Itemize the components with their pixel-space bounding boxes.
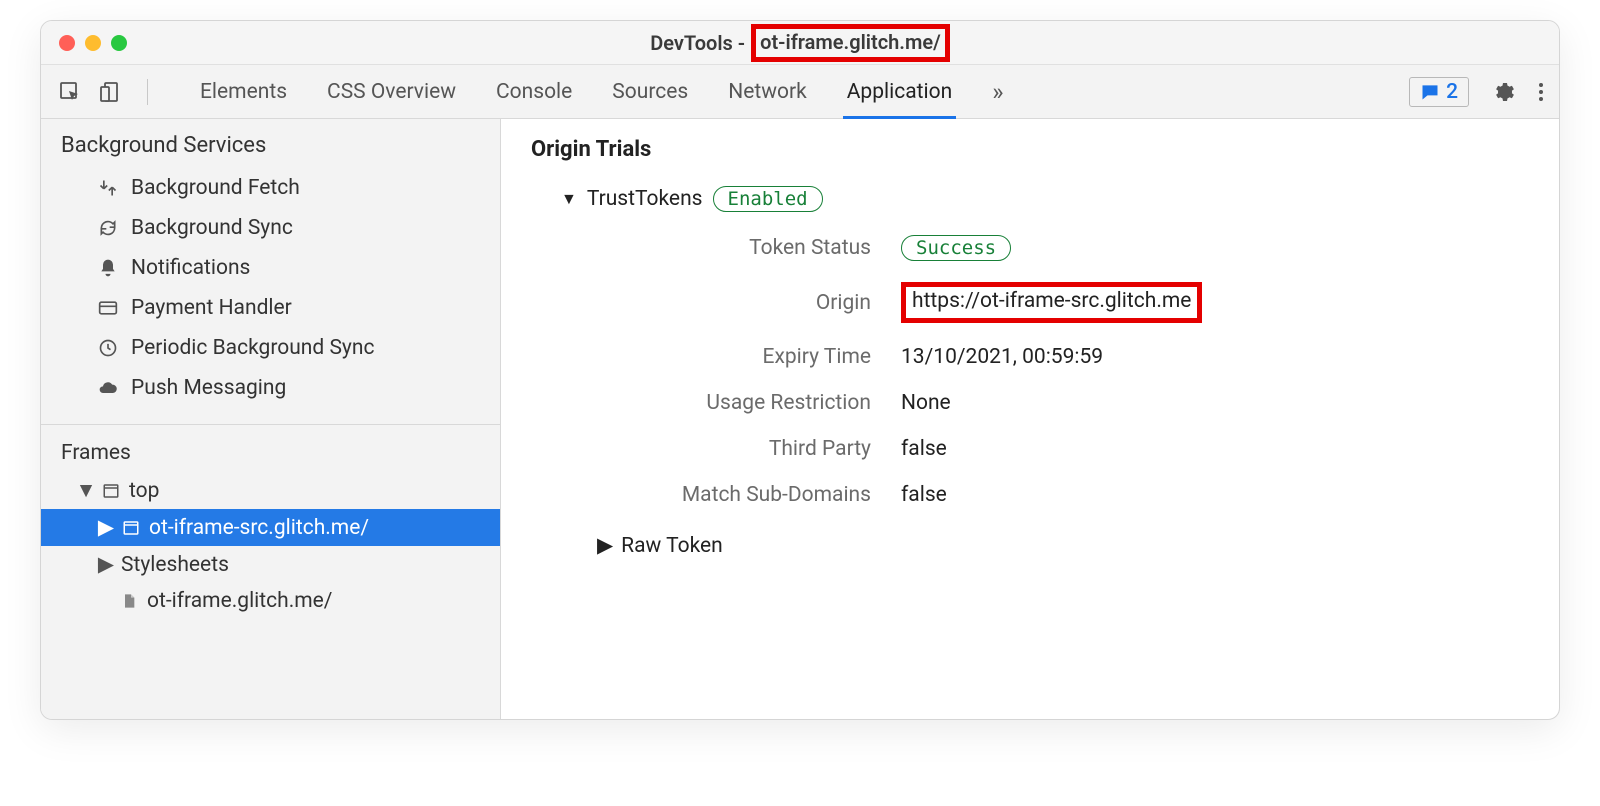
frame-label: ot-iframe.glitch.me/ — [147, 589, 332, 613]
clock-icon — [97, 337, 119, 359]
card-icon — [97, 297, 119, 319]
origin-value: https://ot-iframe-src.glitch.me — [901, 282, 1529, 323]
bg-services-title: Background Services — [41, 119, 500, 168]
frames-section: Frames ▼ top ▶ ot-iframe-src.glitch.me/ … — [41, 431, 500, 719]
devtools-window: DevTools - ot-iframe.glitch.me/ Elements… — [40, 20, 1560, 720]
title-prefix: DevTools - — [650, 31, 745, 55]
minimize-icon[interactable] — [85, 35, 101, 51]
sidebar-item-label: Periodic Background Sync — [131, 336, 374, 360]
sidebar-item-label: Background Fetch — [131, 176, 300, 200]
origin-trials-panel: Origin Trials ▼ TrustTokens Enabled Toke… — [501, 119, 1559, 719]
cloud-icon — [97, 377, 119, 399]
raw-token-label: Raw Token — [621, 534, 723, 558]
thirdparty-value: false — [901, 437, 1529, 461]
inspect-element-icon[interactable] — [55, 77, 85, 107]
usage-label: Usage Restriction — [571, 391, 871, 415]
iframe-icon — [121, 518, 141, 538]
tab-application[interactable]: Application — [847, 65, 952, 118]
sidebar-item-periodic-sync[interactable]: Periodic Background Sync — [41, 328, 500, 368]
toolbar-divider — [147, 79, 148, 105]
close-icon[interactable] — [59, 35, 75, 51]
chevron-right-icon: ▶ — [597, 533, 613, 558]
sidebar-item-payment-handler[interactable]: Payment Handler — [41, 288, 500, 328]
sidebar-item-label: Push Messaging — [131, 376, 286, 400]
frame-label: ot-iframe-src.glitch.me/ — [149, 516, 369, 540]
sidebar-separator — [41, 424, 500, 425]
tab-elements[interactable]: Elements — [200, 65, 287, 118]
raw-token-row[interactable]: ▶ Raw Token — [597, 533, 1529, 558]
frames-tree: ▼ top ▶ ot-iframe-src.glitch.me/ ▶ Style… — [41, 473, 500, 619]
sidebar-item-push-messaging[interactable]: Push Messaging — [41, 368, 500, 408]
origin-highlight: https://ot-iframe-src.glitch.me — [901, 282, 1202, 323]
gear-icon[interactable] — [1491, 80, 1515, 104]
frame-label: top — [129, 479, 159, 503]
usage-value: None — [901, 391, 1529, 415]
toolbar-right: 2 — [1409, 77, 1545, 107]
trial-details: Token Status Success Origin https://ot-i… — [571, 236, 1529, 507]
issues-count: 2 — [1446, 80, 1458, 104]
chevron-right-icon: ▶ — [99, 515, 113, 540]
tab-css-overview[interactable]: CSS Overview — [327, 65, 456, 118]
origin-label: Origin — [571, 291, 871, 315]
devtools-tabs: Elements CSS Overview Console Sources Ne… — [170, 65, 1399, 118]
zoom-icon[interactable] — [111, 35, 127, 51]
sync-icon — [97, 217, 119, 239]
titlebar: DevTools - ot-iframe.glitch.me/ — [41, 21, 1559, 65]
token-status-value: Success — [901, 236, 1529, 260]
panel-heading: Origin Trials — [531, 137, 1529, 162]
chevron-down-icon: ▼ — [79, 479, 93, 503]
bell-icon — [97, 257, 119, 279]
chevron-right-icon: ▶ — [99, 552, 113, 577]
enabled-badge: Enabled — [713, 186, 823, 212]
tab-network[interactable]: Network — [728, 65, 807, 118]
frame-iframe-selected[interactable]: ▶ ot-iframe-src.glitch.me/ — [41, 509, 500, 546]
subdomains-value: false — [901, 483, 1529, 507]
tab-console[interactable]: Console — [496, 65, 572, 118]
sidebar-item-background-sync[interactable]: Background Sync — [41, 208, 500, 248]
trial-name: TrustTokens — [587, 187, 703, 211]
frames-title: Frames — [41, 431, 500, 473]
file-icon — [119, 591, 139, 611]
devtools-body: Background Services Background Fetch Bac… — [41, 119, 1559, 719]
issues-badge[interactable]: 2 — [1409, 77, 1469, 107]
device-toggle-icon[interactable] — [95, 77, 125, 107]
devtools-toolbar: Elements CSS Overview Console Sources Ne… — [41, 65, 1559, 119]
frame-label: Stylesheets — [121, 553, 229, 577]
message-icon — [1420, 82, 1440, 102]
bg-services-list: Background Fetch Background Sync Notific… — [41, 168, 500, 418]
sidebar-item-label: Background Sync — [131, 216, 293, 240]
sidebar-item-notifications[interactable]: Notifications — [41, 248, 500, 288]
trial-header[interactable]: ▼ TrustTokens Enabled — [561, 186, 1529, 212]
window-icon — [101, 481, 121, 501]
application-sidebar: Background Services Background Fetch Bac… — [41, 119, 501, 719]
frame-file[interactable]: ot-iframe.glitch.me/ — [41, 583, 500, 619]
tab-sources[interactable]: Sources — [612, 65, 688, 118]
traffic-lights — [41, 35, 127, 51]
expiry-label: Expiry Time — [571, 345, 871, 369]
subdomains-label: Match Sub-Domains — [571, 483, 871, 507]
success-badge: Success — [901, 235, 1011, 261]
frame-top[interactable]: ▼ top — [41, 473, 500, 509]
token-status-label: Token Status — [571, 236, 871, 260]
fetch-icon — [97, 177, 119, 199]
kebab-menu-icon[interactable] — [1537, 80, 1545, 104]
expiry-value: 13/10/2021, 00:59:59 — [901, 345, 1529, 369]
sidebar-item-background-fetch[interactable]: Background Fetch — [41, 168, 500, 208]
frame-stylesheets[interactable]: ▶ Stylesheets — [41, 546, 500, 583]
window-title: DevTools - ot-iframe.glitch.me/ — [41, 24, 1559, 62]
sidebar-item-label: Notifications — [131, 256, 250, 280]
sidebar-item-label: Payment Handler — [131, 296, 292, 320]
title-url-highlight: ot-iframe.glitch.me/ — [751, 24, 950, 62]
chevron-down-icon: ▼ — [561, 189, 577, 209]
tabs-overflow[interactable]: » — [992, 65, 1003, 118]
thirdparty-label: Third Party — [571, 437, 871, 461]
